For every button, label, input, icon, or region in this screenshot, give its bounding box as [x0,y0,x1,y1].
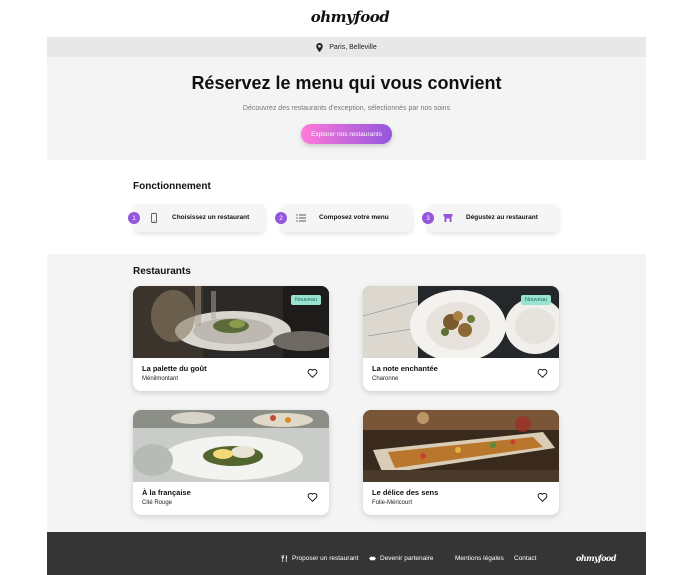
new-badge: Nouveau [290,295,321,305]
store-icon [443,214,453,222]
map-pin-icon [316,42,323,52]
step-label: Dégustez au restaurant [466,214,538,221]
step-number: 1 [128,212,140,224]
utensils-icon [281,555,288,562]
how-it-works-title: Fonctionnement [133,181,211,192]
step-label: Composez votre menu [319,214,389,221]
restaurant-name: À la française [142,488,191,497]
list-icon [296,214,306,222]
restaurant-card-delice-des-sens[interactable]: Le délice des sens Folie-Méricourt [363,410,559,515]
step-number: 3 [422,212,434,224]
become-partner-link[interactable]: Devenir partenaire [369,555,433,562]
become-partner-label: Devenir partenaire [380,555,434,562]
restaurant-area: Charonne [372,376,399,382]
restaurant-card-note-enchantee[interactable]: Nouveau La note enchantée Charonne [363,286,559,391]
restaurant-photo [363,410,559,482]
propose-restaurant-label: Proposer un restaurant [292,555,359,562]
legal-notice-link[interactable]: Mentions légales [455,555,504,562]
step-choose-restaurant: 1 Choisissez un restaurant [128,204,265,232]
heart-icon[interactable] [307,368,318,378]
step-number: 2 [275,212,287,224]
location-bar[interactable]: Paris, Belleville [47,37,646,57]
site-logo[interactable]: ohmyfood [0,8,700,26]
hero-title: Réservez le menu qui vous convient [191,73,502,93]
restaurant-area: Cité Rouge [142,500,173,506]
hero-subtitle: Découvrez des restaurants d'exception, s… [242,105,451,112]
heart-icon[interactable] [307,492,318,502]
hero-section: Réservez le menu qui vous convient Décou… [47,57,646,160]
heart-icon[interactable] [537,492,548,502]
restaurant-area: Folie-Méricourt [372,500,413,506]
contact-link[interactable]: Contact [514,555,536,562]
new-badge: Nouveau [520,295,551,305]
restaurant-photo [133,410,329,482]
legal-notice-label: Mentions légales [455,555,504,562]
propose-restaurant-link[interactable]: Proposer un restaurant [281,555,358,562]
restaurant-name: La palette du goût [142,364,207,373]
contact-label: Contact [514,555,537,562]
restaurant-card-palette-du-gout[interactable]: Nouveau La palette du goût Ménilmontant [133,286,329,391]
heart-icon[interactable] [537,368,548,378]
restaurant-card-a-la-francaise[interactable]: À la française Cité Rouge [133,410,329,515]
restaurant-name: Le délice des sens [372,488,439,497]
footer-logo[interactable]: ohmyfood [576,553,616,563]
handshake-icon [369,556,376,561]
restaurants-title: Restaurants [133,266,191,277]
restaurant-name: La note enchantée [372,364,438,373]
site-footer: Proposer un restaurant Devenir partenair… [47,532,646,575]
explore-restaurants-button[interactable]: Explorer nos restaurants [301,124,392,144]
restaurant-area: Ménilmontant [142,376,179,382]
mobile-phone-icon [151,213,157,223]
step-label: Choisissez un restaurant [172,214,250,221]
step-enjoy-restaurant: 3 Dégustez au restaurant [422,204,559,232]
site-header: ohmyfood [0,0,700,37]
location-text: Paris, Belleville [329,43,377,51]
step-compose-menu: 2 Composez votre menu [275,204,412,232]
